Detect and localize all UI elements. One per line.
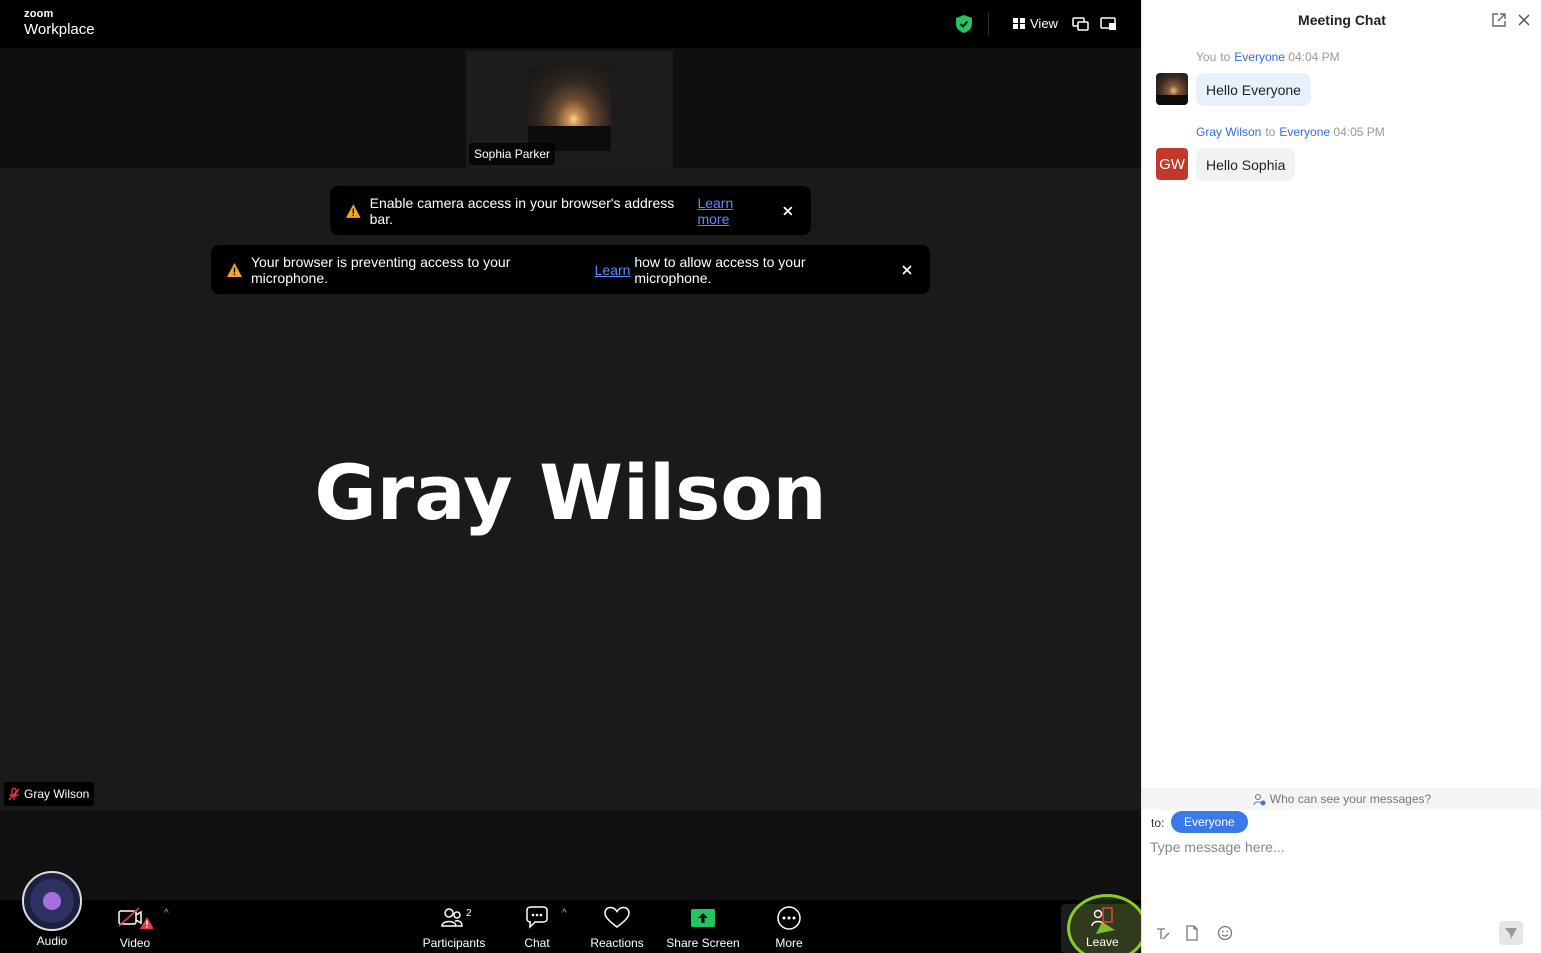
mic-warning-text-after: how to allow access to your microphone.	[634, 253, 806, 286]
file-icon[interactable]	[1184, 925, 1200, 941]
close-icon[interactable]	[900, 263, 914, 277]
participant-avatar	[528, 68, 611, 151]
share-screen-icon	[691, 909, 715, 927]
message-recipient[interactable]: Everyone	[1234, 50, 1285, 64]
participants-count: 2	[466, 908, 472, 919]
person-lock-icon	[1253, 793, 1266, 805]
top-bar: zoom Workplace View	[0, 0, 1141, 48]
audio-label: Audio	[36, 934, 68, 948]
warning-icon	[227, 262, 242, 277]
more-button[interactable]: More	[770, 906, 808, 950]
message-bubble[interactable]: Hello Sophia	[1196, 148, 1296, 181]
audio-indicator-icon	[22, 871, 82, 931]
mic-learn-link[interactable]: Learn	[595, 262, 631, 278]
participants-icon: 2	[441, 908, 472, 927]
message-meta: You to Everyone 04:04 PM	[1196, 50, 1340, 64]
chat-panel: Meeting Chat You to Everyone 04:04 PM Hell…	[1141, 0, 1541, 953]
meeting-area: zoom Workplace View Sophia Parker Enable…	[0, 0, 1147, 953]
camera-warning-text: Enable camera access in your browser's a…	[369, 194, 675, 227]
message-to-word: to	[1220, 50, 1231, 64]
switch-window-icon[interactable]	[1072, 17, 1089, 31]
app: zoom Workplace View Sophia Parker Enable…	[0, 0, 1541, 953]
chat-options-chevron-icon[interactable]: ^	[562, 908, 567, 919]
warning-icon	[346, 203, 361, 218]
grid-icon	[1013, 18, 1025, 29]
emoji-icon[interactable]	[1217, 925, 1233, 941]
mic-muted-icon	[8, 787, 20, 800]
shield-check-icon[interactable]	[956, 15, 972, 33]
chat-title: Meeting Chat	[1298, 12, 1386, 28]
more-icon	[777, 906, 801, 930]
message-time: 04:05 PM	[1333, 125, 1385, 139]
message-recipient[interactable]: Everyone	[1279, 125, 1330, 139]
participants-button[interactable]: 2 Participants	[420, 906, 488, 950]
more-label: More	[775, 936, 803, 950]
message-to-word: to	[1265, 125, 1276, 139]
reactions-button[interactable]: Reactions	[588, 906, 646, 950]
video-options-chevron-icon[interactable]: ^	[164, 908, 169, 919]
reactions-label: Reactions	[590, 936, 644, 950]
share-screen-label: Share Screen	[666, 936, 740, 950]
participants-label: Participants	[422, 936, 486, 950]
audio-button[interactable]: Audio	[22, 871, 82, 948]
microphone-warning-toast: Your browser is preventing access to you…	[211, 245, 930, 294]
send-icon	[1505, 928, 1517, 939]
video-button[interactable]: Video	[115, 906, 155, 950]
camera-learn-more-link[interactable]: Learn more	[697, 195, 767, 227]
mic-warning-text: Your browser is preventing access to you…	[250, 253, 511, 286]
video-filler	[0, 810, 1141, 900]
message-meta: Gray Wilson to Everyone 04:05 PM	[1196, 125, 1385, 139]
meeting-toolbar: Audio Video ^ 2 Participants Chat ^ Reac…	[0, 871, 1147, 953]
logo-name: Workplace	[24, 21, 95, 38]
participant-name: Sophia Parker	[469, 143, 556, 165]
message-sender[interactable]: Gray Wilson	[1196, 125, 1261, 139]
message-input[interactable]	[1150, 836, 1534, 858]
self-video-label: Gray Wilson	[4, 782, 95, 806]
message-time: 04:04 PM	[1288, 50, 1340, 64]
participant-strip: Sophia Parker	[0, 48, 1141, 168]
video-label: Video	[119, 936, 151, 950]
popout-icon[interactable]	[1492, 13, 1506, 27]
close-icon[interactable]	[1518, 14, 1530, 26]
fullscreen-icon[interactable]	[1100, 17, 1117, 31]
message-sender: You	[1196, 50, 1217, 64]
view-label: View	[1030, 16, 1058, 31]
zoom-logo: zoom Workplace	[24, 8, 95, 38]
leave-label: Leave	[1086, 935, 1119, 949]
active-speaker-name: Gray Wilson	[314, 448, 827, 537]
avatar	[1156, 73, 1188, 105]
chat-label: Chat	[524, 936, 550, 950]
self-name: Gray Wilson	[24, 787, 90, 801]
chat-icon	[526, 906, 548, 929]
share-screen-button[interactable]: Share Screen	[666, 906, 740, 950]
heart-icon	[604, 906, 630, 928]
view-button[interactable]: View	[1013, 16, 1058, 31]
send-button[interactable]	[1499, 921, 1523, 945]
recipient-selector[interactable]: Everyone	[1171, 811, 1248, 833]
avatar: GW	[1156, 148, 1188, 180]
camera-warning-toast: Enable camera access in your browser's a…	[330, 186, 811, 235]
close-icon[interactable]	[781, 204, 795, 218]
chat-button[interactable]: Chat	[518, 906, 556, 950]
format-text-icon[interactable]	[1155, 925, 1171, 941]
video-off-icon	[118, 907, 153, 929]
participant-tile[interactable]: Sophia Parker	[466, 51, 673, 168]
logo-small: zoom	[24, 8, 54, 20]
message-bubble[interactable]: Hello Everyone	[1196, 73, 1311, 106]
visibility-info[interactable]: Who can see your messages?	[1142, 788, 1541, 810]
recipient-label: to:	[1151, 816, 1165, 830]
visibility-text: Who can see your messages?	[1269, 792, 1432, 806]
leave-icon	[1091, 907, 1115, 934]
topbar-divider	[988, 13, 989, 35]
